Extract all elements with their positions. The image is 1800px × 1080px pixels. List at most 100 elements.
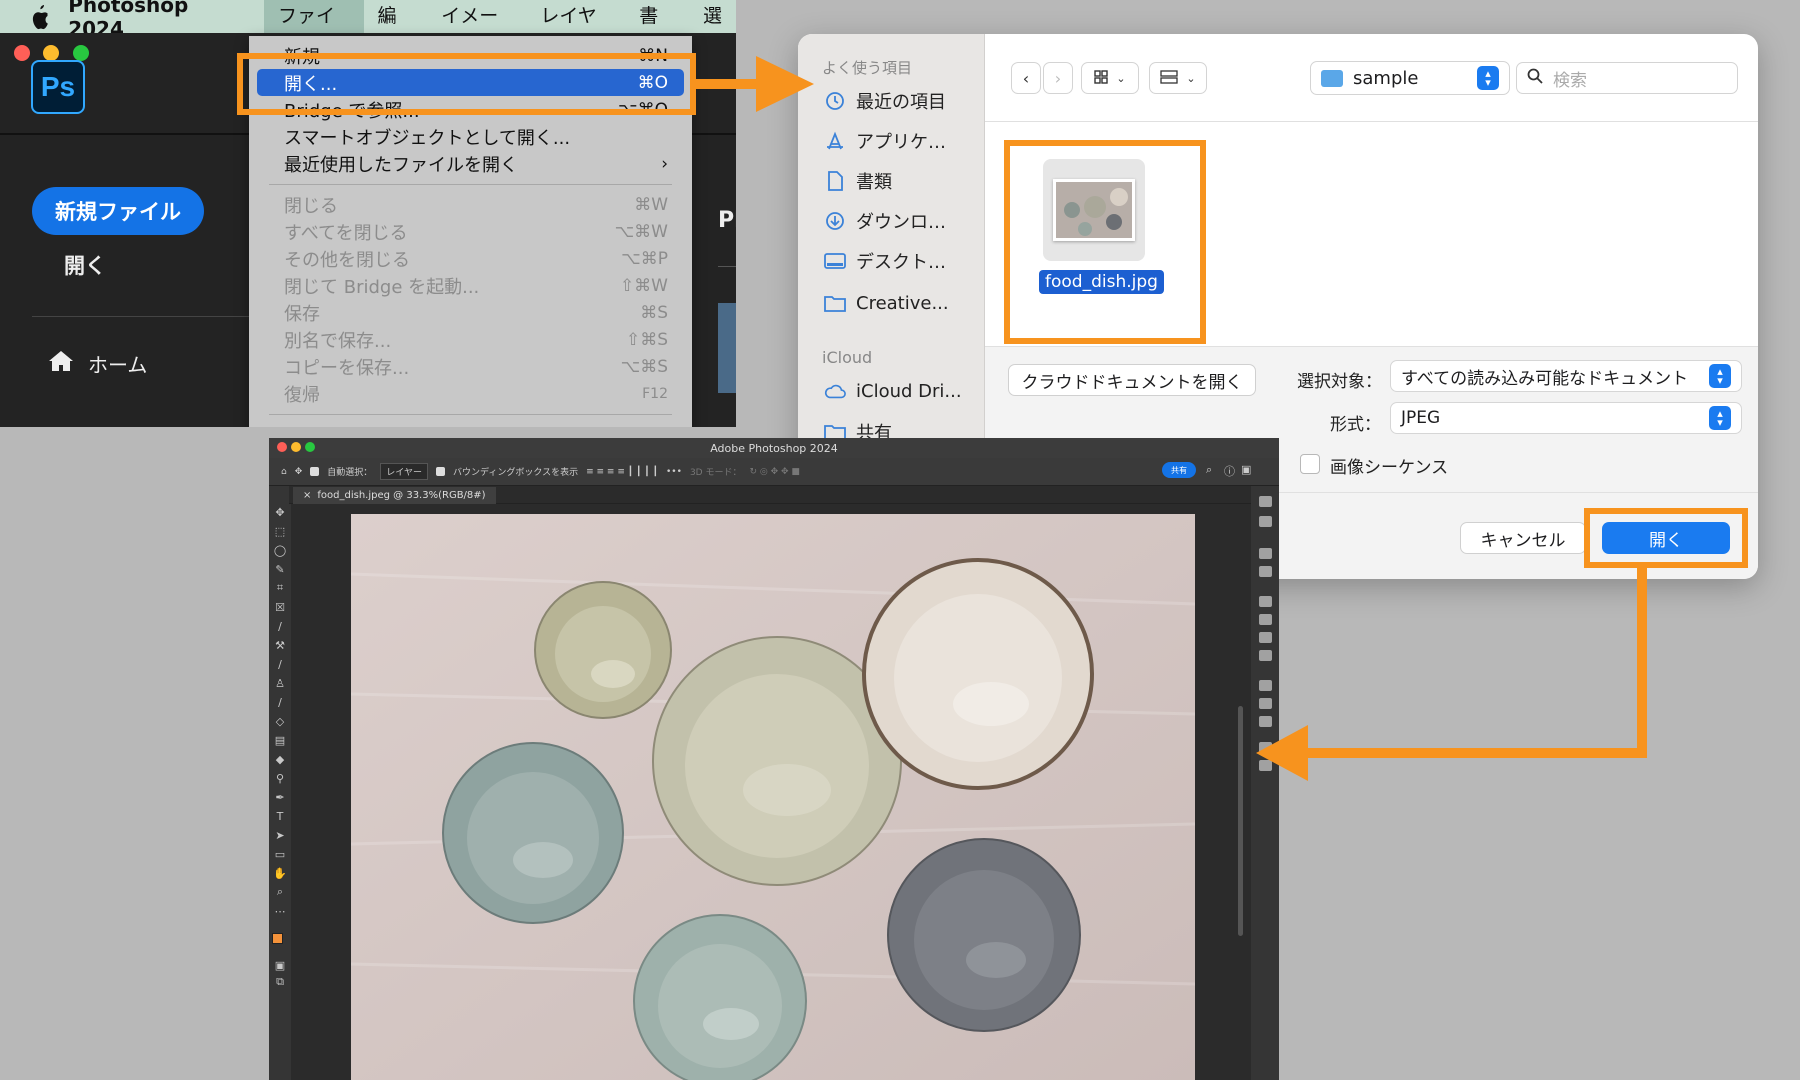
new-file-button[interactable]: 新規ファイル — [32, 187, 204, 235]
minimize-window-button[interactable] — [291, 442, 301, 452]
sidebar-item-documents[interactable]: 書類 — [824, 168, 892, 194]
sidebar-item-recents[interactable]: 最近の項目 — [824, 88, 946, 114]
window-title: Adobe Photoshop 2024 — [710, 441, 838, 455]
cloud-icon — [824, 380, 846, 402]
options-bar: ⌂ ✥ 自動選択： レイヤー バウンディングボックスを表示 ≡ ≡ ≡ ≡ ┃ … — [269, 458, 1279, 486]
share-button[interactable]: 共有 — [1162, 462, 1196, 478]
menu-image[interactable]: イメージ — [427, 0, 526, 60]
open-link[interactable]: 開く — [64, 250, 106, 280]
quick-select-tool-icon[interactable]: ✎ — [273, 563, 287, 576]
eyedropper-tool-icon[interactable]: ∕ — [273, 620, 287, 633]
menu-edit[interactable]: 編集 — [364, 0, 428, 60]
patterns-panel-icon[interactable] — [1259, 650, 1272, 661]
sidebar-item-creative[interactable]: Creative... — [824, 292, 949, 314]
sidebar-item-downloads[interactable]: ダウンロ… — [824, 208, 946, 234]
close-window-button[interactable] — [277, 442, 287, 452]
zoom-tool-icon[interactable]: ⌕ — [273, 885, 287, 898]
marquee-tool-icon[interactable]: ⬚ — [273, 525, 287, 538]
arrow-shaft — [1637, 568, 1647, 758]
open-cloud-documents-button[interactable]: クラウドドキュメントを開く — [1008, 364, 1256, 396]
zoom-window-button[interactable] — [305, 442, 315, 452]
pen-tool-icon[interactable]: ✒ — [273, 791, 287, 804]
sidebar-item-desktop[interactable]: デスクト… — [824, 248, 946, 274]
character-panel-icon[interactable] — [1259, 698, 1272, 709]
apple-icon[interactable] — [26, 2, 54, 32]
gradients-panel-icon[interactable] — [1259, 632, 1272, 643]
cancel-button[interactable]: キャンセル — [1460, 522, 1586, 554]
workspace-icon[interactable]: ▣ — [1241, 463, 1251, 476]
gradient-tool-icon[interactable]: ▤ — [273, 734, 287, 747]
more-tools-icon[interactable]: ⋯ — [273, 905, 287, 918]
section-heading: Pl — [718, 208, 736, 233]
chevron-down-icon: ⌄ — [1186, 71, 1196, 85]
close-icon[interactable]: × — [303, 490, 311, 501]
rectangle-tool-icon[interactable]: ▭ — [273, 848, 287, 861]
comments-panel-icon[interactable] — [1259, 516, 1272, 527]
menu-item-label: その他を閉じる — [284, 249, 410, 271]
view-mode-button[interactable]: ⌄ — [1081, 62, 1139, 94]
format-select[interactable]: JPEG ▴ ▾ — [1390, 402, 1742, 434]
location-popup[interactable]: sample ▴ ▾ — [1310, 61, 1510, 95]
screen-mode-icon[interactable]: ⧉ — [273, 975, 287, 988]
history-brush-icon[interactable]: ∕ — [273, 696, 287, 709]
shortcut: ⇧⌘W — [619, 275, 668, 296]
group-button[interactable]: ⌄ — [1149, 62, 1207, 94]
brush-tool-icon[interactable]: ∕ — [273, 658, 287, 671]
more-icon[interactable]: ••• — [666, 467, 682, 477]
layer-select[interactable]: レイヤー — [380, 463, 429, 480]
crop-tool-icon[interactable]: ⌗ — [273, 581, 287, 594]
menu-layer[interactable]: レイヤー — [526, 0, 625, 60]
align-icons[interactable]: ≡ ≡ ≡ ≡ ┃ ┃ ┃ ┃ — [586, 467, 658, 477]
hand-tool-icon[interactable]: ✋ — [273, 867, 287, 880]
path-select-tool-icon[interactable]: ➤ — [273, 829, 287, 842]
menu-select[interactable]: 選 — [689, 0, 736, 33]
image-sequence-checkbox[interactable] — [1300, 454, 1320, 474]
forward-button[interactable]: › — [1043, 62, 1073, 94]
layers-panel-icon[interactable] — [1259, 680, 1272, 691]
minimize-window-button[interactable] — [43, 45, 59, 61]
sidebar-item-home[interactable]: ホーム — [48, 349, 147, 378]
vertical-scrollbar[interactable] — [1238, 706, 1243, 936]
enable-select-value: すべての読み込み可能なドキュメント — [1401, 368, 1689, 389]
sidebar-item-applications[interactable]: アプリケ… — [824, 128, 946, 154]
search-icon[interactable]: ⌕ — [1206, 463, 1212, 477]
healing-brush-icon[interactable]: ⚒ — [273, 639, 287, 652]
home-icon — [48, 349, 74, 378]
blur-tool-icon[interactable]: ◆ — [273, 753, 287, 766]
eraser-tool-icon[interactable]: ◇ — [273, 715, 287, 728]
menu-item-open-smart-object[interactable]: スマートオブジェクトとして開く... — [249, 123, 692, 150]
search-field[interactable]: 検索 — [1516, 62, 1738, 94]
3d-mode-label: 3D モード： — [689, 468, 742, 478]
document-tab[interactable]: × food_dish.jpeg @ 33.3%(RGB/8#) — [293, 487, 496, 504]
lasso-tool-icon[interactable]: ◯ — [273, 544, 287, 557]
back-button[interactable]: ‹ — [1011, 62, 1041, 94]
properties-panel-icon[interactable] — [1259, 596, 1272, 607]
3d-tools-icons[interactable]: ↻ ◎ ✥ ✥ ■ — [749, 467, 799, 477]
type-tool-icon[interactable]: T — [273, 810, 287, 823]
enable-select[interactable]: すべての読み込み可能なドキュメント ▴ ▾ — [1390, 360, 1742, 392]
apps-icon — [824, 130, 846, 152]
libraries-panel-icon[interactable] — [1259, 548, 1272, 559]
menu-file[interactable]: ファイル — [264, 0, 364, 60]
document-canvas[interactable] — [351, 514, 1195, 1080]
bounding-box-checkbox[interactable] — [436, 467, 446, 476]
close-window-button[interactable] — [14, 45, 30, 61]
swatches-panel-icon[interactable] — [1259, 614, 1272, 625]
auto-select-checkbox[interactable] — [310, 467, 320, 476]
stamp-tool-icon[interactable]: ♙ — [273, 677, 287, 690]
menu-item-open-recent[interactable]: 最近使用したファイルを開く › — [249, 150, 692, 177]
recent-thumbnail[interactable] — [718, 303, 736, 393]
move-tool-icon[interactable]: ✥ — [295, 467, 303, 477]
menu-type[interactable]: 書式 — [625, 0, 689, 60]
adjustments-panel-icon[interactable] — [1259, 566, 1272, 577]
dodge-tool-icon[interactable]: ⚲ — [273, 772, 287, 785]
foreground-color-swatch[interactable] — [272, 933, 283, 944]
sidebar-item-icloud-drive[interactable]: iCloud Dri... — [824, 380, 962, 402]
quick-mask-icon[interactable]: ▣ — [273, 959, 287, 972]
move-tool-icon[interactable]: ✥ — [273, 506, 287, 519]
home-icon[interactable]: ⌂ — [281, 467, 287, 477]
history-panel-icon[interactable] — [1259, 496, 1272, 507]
zoom-window-button[interactable] — [73, 45, 89, 61]
help-icon[interactable]: ⓘ — [1224, 463, 1235, 479]
frame-tool-icon[interactable]: ☒ — [273, 601, 287, 614]
